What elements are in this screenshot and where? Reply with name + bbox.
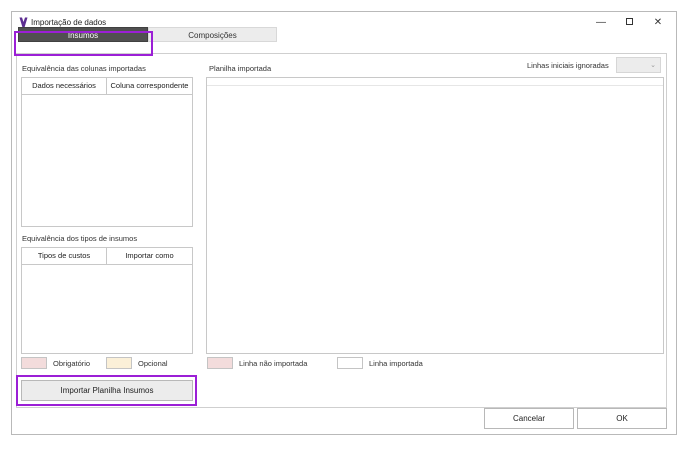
colunas-section-label: Equivalência das colunas importadas <box>22 64 146 73</box>
linha-importada-swatch <box>337 357 363 369</box>
column-header-importar-como[interactable]: Importar como <box>107 248 192 264</box>
planilha-section-label: Planilha importada <box>209 64 272 73</box>
column-header-coluna-correspondente[interactable]: Coluna correspondente <box>107 78 192 94</box>
tipos-grid[interactable]: Tipos de custos Importar como <box>21 247 193 354</box>
planilha-importada-grid[interactable] <box>206 77 664 354</box>
chevron-down-icon[interactable]: ⌄ <box>650 61 656 69</box>
colunas-grid-header: Dados necessários Coluna correspondente <box>22 78 192 95</box>
obrigatorio-swatch <box>21 357 47 369</box>
window-title: Importação de dados <box>31 18 107 27</box>
cancel-button[interactable]: Cancelar <box>484 408 574 429</box>
opcional-swatch <box>106 357 132 369</box>
ok-button[interactable]: OK <box>577 408 667 429</box>
opcional-legend: Opcional <box>138 359 168 368</box>
linha-nao-importada-legend: Linha não importada <box>239 359 308 368</box>
linhas-ignoradas-label: Linhas iniciais ignoradas <box>527 61 609 70</box>
linhas-ignoradas-select[interactable]: ⌄ <box>616 57 661 73</box>
tipos-grid-header: Tipos de custos Importar como <box>22 248 192 265</box>
importar-planilha-button[interactable]: Importar Planilha Insumos <box>21 380 193 401</box>
tab-insumos[interactable]: Insumos <box>18 27 148 42</box>
tipos-section-label: Equivalência dos tipos de insumos <box>22 234 138 243</box>
colunas-grid[interactable]: Dados necessários Coluna correspondente <box>21 77 193 227</box>
linha-importada-legend: Linha importada <box>369 359 423 368</box>
linha-nao-importada-swatch <box>207 357 233 369</box>
obrigatorio-legend: Obrigatório <box>53 359 91 368</box>
maximize-icon[interactable] <box>615 14 643 32</box>
minimize-icon[interactable]: — <box>587 14 615 32</box>
tab-composicoes[interactable]: Composições <box>148 27 277 42</box>
column-header-dados-necessarios[interactable]: Dados necessários <box>22 78 107 94</box>
column-header-tipos-de-custos[interactable]: Tipos de custos <box>22 248 107 264</box>
close-icon[interactable]: ✕ <box>644 14 672 32</box>
grid-divider <box>207 85 663 86</box>
